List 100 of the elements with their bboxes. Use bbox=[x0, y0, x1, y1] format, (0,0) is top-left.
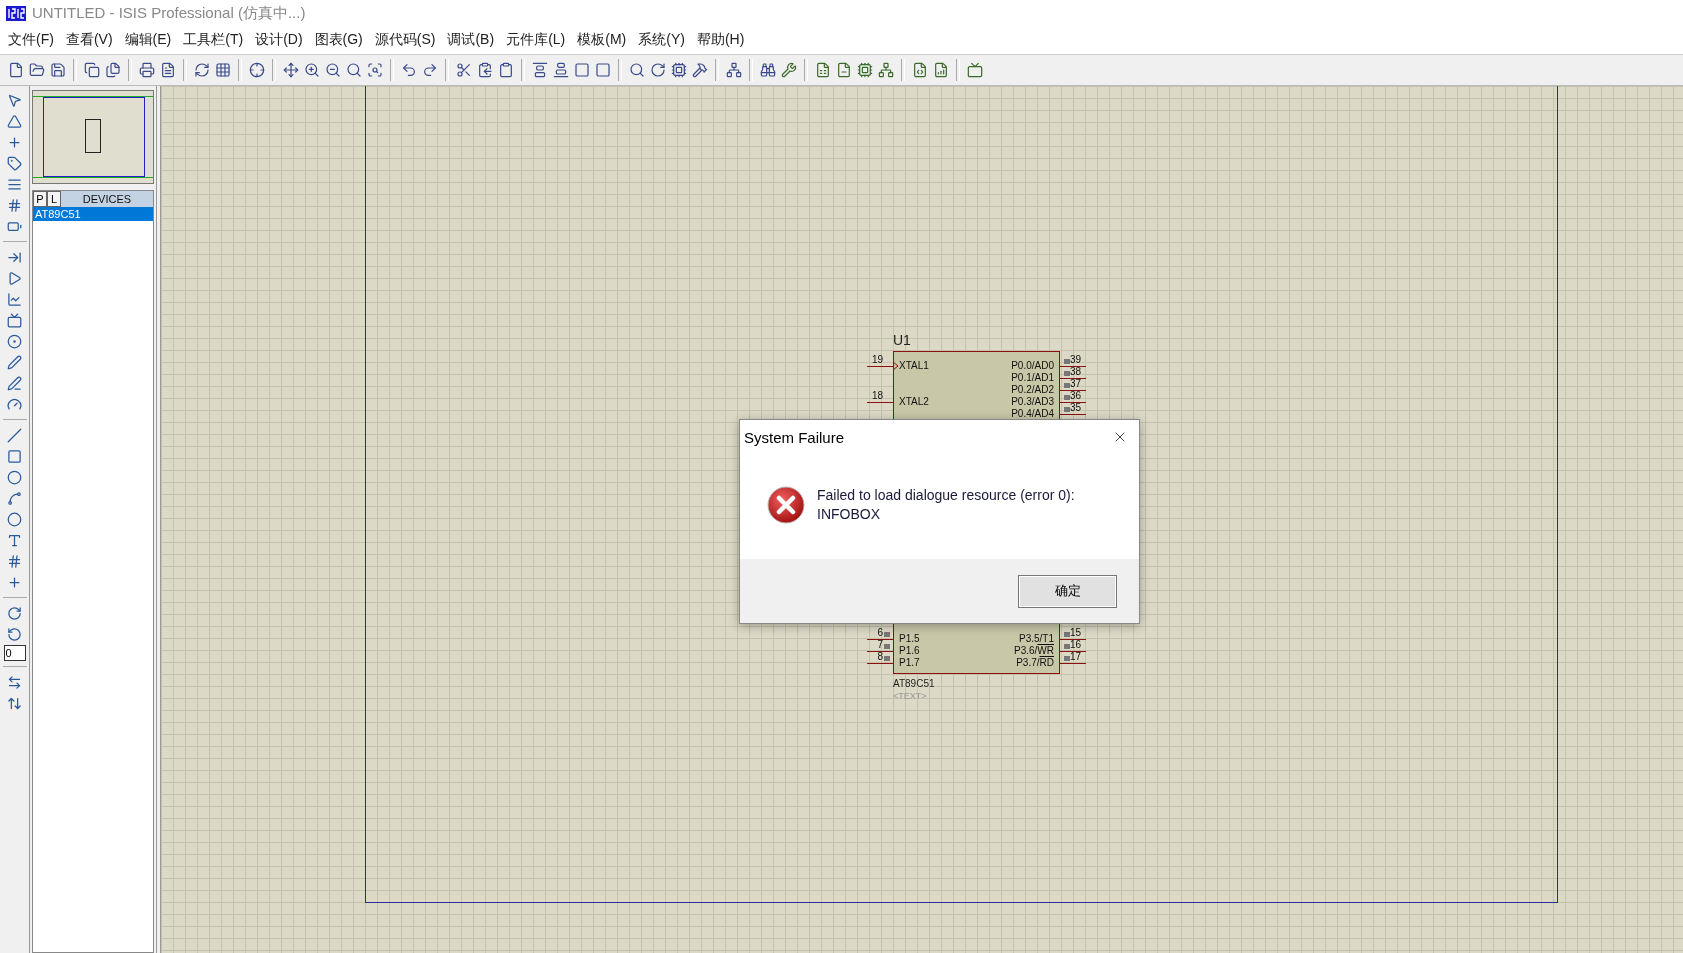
junction-icon bbox=[7, 134, 22, 150]
menu-item[interactable]: 文件(F) bbox=[2, 31, 60, 49]
generator-icon bbox=[7, 333, 22, 349]
menu-item[interactable]: 源代码(S) bbox=[368, 31, 442, 49]
rotate-clockwise-icon bbox=[7, 605, 22, 621]
redo-icon bbox=[422, 62, 438, 78]
pin-line bbox=[1060, 639, 1086, 640]
menu-item[interactable]: 图表(G) bbox=[308, 31, 369, 49]
zoom-in-icon bbox=[304, 62, 320, 78]
menu-item[interactable]: 系统(Y) bbox=[632, 31, 691, 49]
instrument-icon bbox=[7, 396, 22, 412]
selector-button[interactable]: P bbox=[33, 191, 47, 207]
refresh-icon bbox=[194, 62, 210, 78]
magnifier-icon bbox=[629, 62, 645, 78]
device-item[interactable]: AT89C51 bbox=[33, 207, 153, 221]
pin-label: P3.7/RD bbox=[1016, 657, 1054, 668]
pin-marker bbox=[1064, 359, 1070, 364]
pin-label: P0.0/AD0 bbox=[1011, 360, 1054, 371]
save-icon bbox=[50, 62, 66, 78]
circle-icon bbox=[7, 469, 22, 485]
move-icon bbox=[283, 62, 299, 78]
page-icon bbox=[836, 62, 852, 78]
pin-line bbox=[1060, 402, 1086, 403]
text-icon bbox=[7, 532, 22, 548]
ok-button[interactable]: 确定 bbox=[1018, 574, 1117, 608]
box-icon bbox=[7, 448, 22, 464]
copy-icon bbox=[477, 62, 493, 78]
pin-line bbox=[1060, 366, 1086, 367]
pin-number: 17 bbox=[1070, 652, 1083, 662]
component-icon bbox=[7, 113, 22, 129]
pin-line bbox=[1060, 663, 1086, 664]
line-icon bbox=[7, 427, 22, 443]
rotation-field[interactable]: 0 bbox=[3, 645, 26, 661]
pin-label: P0.3/AD3 bbox=[1011, 396, 1054, 407]
pin-marker bbox=[1064, 371, 1070, 376]
pin-number: 6 bbox=[876, 628, 883, 638]
pin-label: P1.7 bbox=[899, 657, 920, 668]
text-script-icon bbox=[7, 176, 22, 192]
resource-name: INFOBOX bbox=[817, 505, 881, 524]
search-icon bbox=[346, 62, 362, 78]
menu-item[interactable]: 查看(V) bbox=[59, 31, 119, 49]
app-logo-icon bbox=[6, 5, 26, 21]
arc-icon bbox=[7, 490, 22, 506]
grid-icon bbox=[215, 62, 231, 78]
menu-item[interactable]: 编辑(E) bbox=[118, 31, 178, 49]
pin-number: 36 bbox=[1070, 391, 1083, 401]
pin-label: P1.5 bbox=[899, 633, 920, 644]
bus-icon bbox=[7, 197, 22, 213]
pin-line bbox=[1060, 651, 1086, 652]
dialog-title: System Failure bbox=[744, 428, 845, 446]
voltage-probe-icon bbox=[7, 354, 22, 370]
pin-line bbox=[867, 639, 893, 640]
folder-icon bbox=[29, 62, 45, 78]
pin-number: 18 bbox=[870, 391, 883, 401]
error-message: Failed to load dialogue resource (error 0): bbox=[817, 486, 1075, 505]
new-file-icon bbox=[8, 62, 24, 78]
menu-item[interactable]: 模板(M) bbox=[571, 31, 633, 49]
pin-marker bbox=[1064, 632, 1070, 637]
pin-number: 37 bbox=[1070, 379, 1083, 389]
undo-icon bbox=[401, 62, 417, 78]
pin-line bbox=[1060, 414, 1086, 415]
pin-marker bbox=[884, 632, 890, 637]
pin-line bbox=[1060, 378, 1086, 379]
pin-line bbox=[867, 663, 893, 664]
current-probe-icon bbox=[7, 375, 22, 391]
pin-marker bbox=[884, 644, 890, 649]
menu-item[interactable]: 工具栏(T) bbox=[177, 31, 250, 49]
chip-icon bbox=[671, 62, 687, 78]
label-icon bbox=[7, 155, 22, 171]
symbol-icon bbox=[7, 553, 22, 569]
zoom-out-icon bbox=[325, 62, 341, 78]
flip-horizontal-icon bbox=[7, 674, 22, 690]
files-icon bbox=[105, 62, 121, 78]
menu-item[interactable]: 帮助(H) bbox=[690, 31, 751, 49]
pin-number: 38 bbox=[1070, 367, 1083, 377]
pin-number: 16 bbox=[1070, 640, 1083, 650]
paste-icon bbox=[498, 62, 514, 78]
menu-item[interactable]: 设计(D) bbox=[249, 31, 309, 49]
pin-marker bbox=[884, 656, 890, 661]
selector-button[interactable]: L bbox=[47, 191, 61, 207]
menu-item[interactable]: 调试(B) bbox=[441, 31, 501, 49]
pin-marker bbox=[1064, 383, 1070, 388]
flip-vertical-icon bbox=[7, 695, 22, 711]
binoculars-icon bbox=[760, 62, 776, 78]
wrench-icon bbox=[781, 62, 797, 78]
menu-item[interactable]: 元件库(L) bbox=[500, 31, 572, 49]
cut-icon bbox=[456, 62, 472, 78]
marker-icon bbox=[7, 574, 22, 590]
window-title: UNTITLED - ISIS Professional (仿真中...) bbox=[32, 3, 306, 23]
pin-icon bbox=[7, 270, 22, 286]
graph-icon bbox=[7, 291, 22, 307]
report-icon bbox=[933, 62, 949, 78]
pin-line bbox=[867, 366, 893, 367]
hammer-icon bbox=[692, 62, 708, 78]
zoom-area-icon bbox=[367, 62, 383, 78]
pin-label: P3.5/T1 bbox=[1018, 633, 1054, 644]
component-outline bbox=[85, 119, 101, 153]
print-icon bbox=[139, 62, 155, 78]
pin-number: 39 bbox=[1070, 355, 1083, 365]
pointer-icon bbox=[7, 92, 22, 108]
